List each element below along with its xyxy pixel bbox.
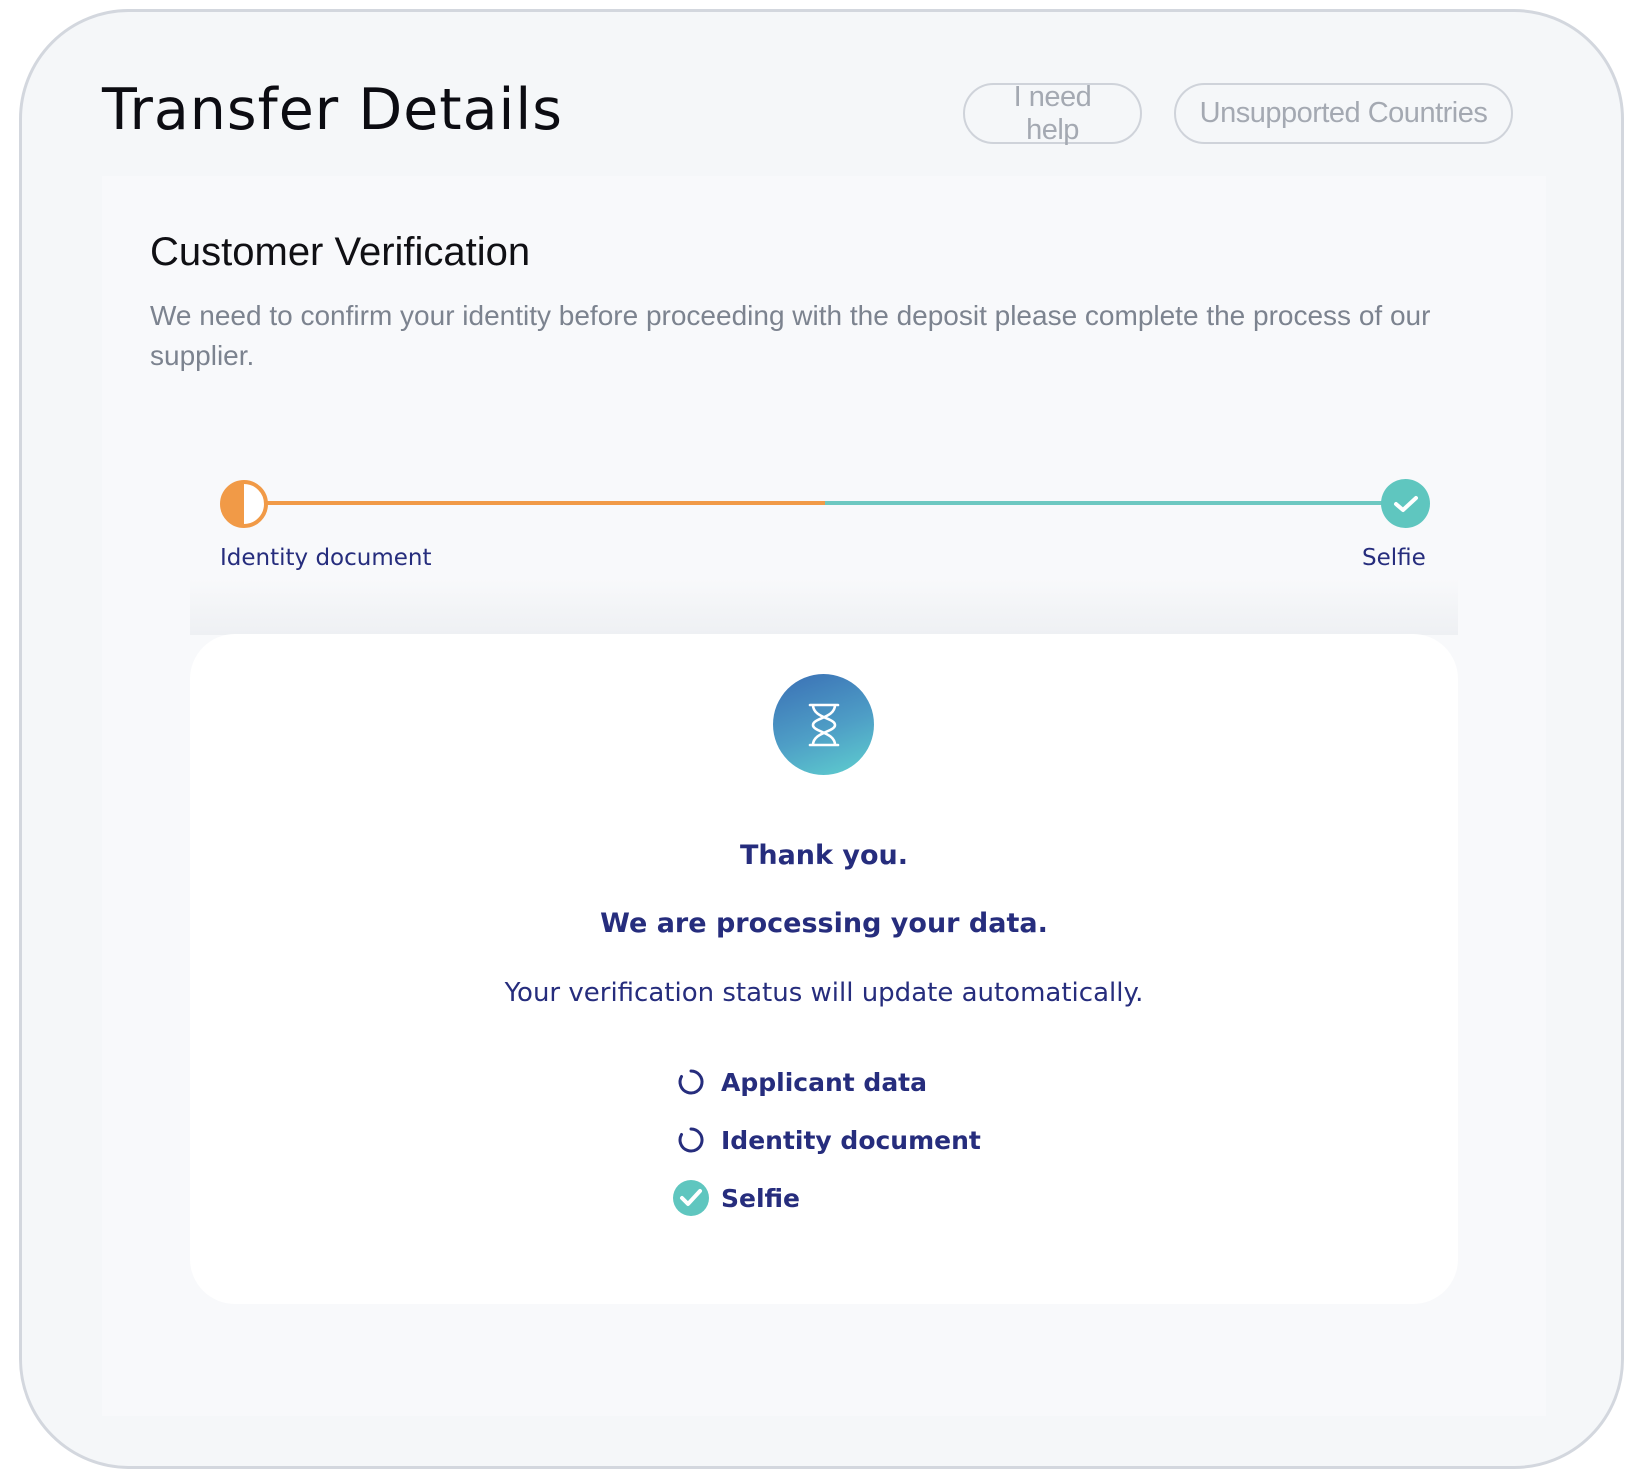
section-description: We need to confirm your identity before … <box>150 300 1431 371</box>
checklist-label: Identity document <box>721 1125 981 1155</box>
checklist-item-selfie: Selfie <box>671 1178 800 1218</box>
spinner-icon <box>671 1120 711 1160</box>
status-heading: Thank you. <box>739 840 909 871</box>
help-button[interactable]: I need help <box>963 81 1142 146</box>
unsupported-countries-button[interactable]: Unsupported Countries <box>1174 83 1513 144</box>
status-subheading: We are processing your data. <box>600 908 1048 939</box>
checklist-label: Selfie <box>721 1183 801 1213</box>
spinner-icon <box>671 1062 711 1102</box>
stepper-track-complete <box>825 501 1385 505</box>
step-label-selfie: Selfie <box>1362 545 1426 571</box>
step-complete-icon <box>1381 479 1430 528</box>
step-in-progress-icon <box>220 480 268 528</box>
checklist-label: Applicant data <box>721 1067 928 1097</box>
check-circle-icon <box>671 1178 711 1218</box>
verification-stepper <box>190 410 1458 635</box>
stepper-track-active <box>242 501 825 505</box>
checklist-item-applicant-data: Applicant data <box>671 1062 927 1102</box>
checklist-item-identity-document: Identity document <box>671 1120 981 1160</box>
hourglass-icon <box>773 674 874 775</box>
step-label-identity-document: Identity document <box>220 545 432 571</box>
page-title: Transfer Details <box>102 77 563 143</box>
section-title: Customer Verification <box>150 230 531 274</box>
status-note: Your verification status will update aut… <box>504 978 1144 1008</box>
